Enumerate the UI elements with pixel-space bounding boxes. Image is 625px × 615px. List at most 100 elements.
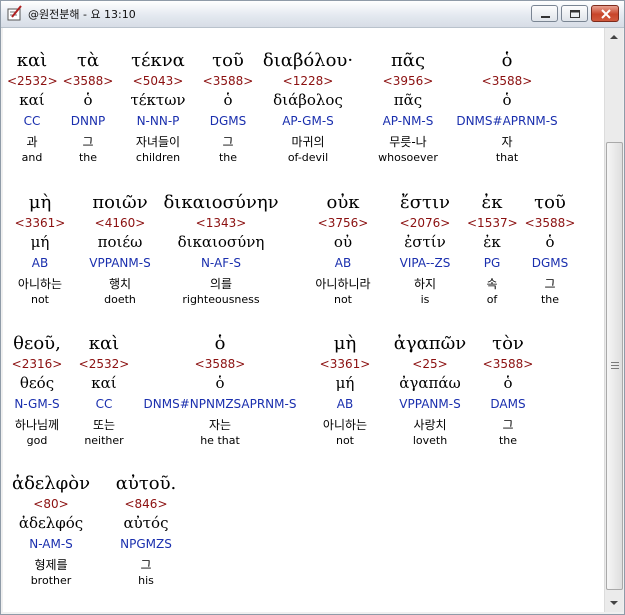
english-gloss: not	[30, 293, 49, 306]
greek-word: ἔστιν	[400, 192, 450, 213]
word-cell[interactable]: ἀδελφὸν <80> ἀδελφός N-AM-S 형제를 brother	[6, 473, 96, 589]
parsing-code: AB	[31, 256, 49, 270]
english-gloss: the	[498, 434, 518, 447]
lemma: ὁ	[215, 374, 225, 392]
maximize-button[interactable]	[561, 5, 588, 22]
scroll-up-arrow-icon[interactable]	[606, 29, 622, 45]
word-cell[interactable]: τὸν <3588> ὁ DAMS 그 the	[473, 333, 543, 449]
korean-gloss: 행치	[108, 277, 132, 291]
grip-line	[611, 368, 619, 369]
parsing-code: AP-GM-S	[282, 114, 334, 128]
english-gloss: of-devil	[287, 151, 329, 164]
english-gloss: of	[486, 293, 498, 306]
strongs-number: <25>	[412, 357, 448, 371]
parsing-code: CC	[23, 114, 41, 128]
strongs-number: <3361>	[14, 216, 66, 230]
english-gloss: god	[26, 434, 48, 447]
word-cell[interactable]: οὐκ <3756> οὐ AB 아니하니라 not	[303, 192, 383, 308]
window-title: @원전분해 - 요 13:10	[28, 8, 136, 21]
word-cell[interactable]: ποιῶν <4160> ποιέω VPPANM-S 행치 doeth	[83, 192, 158, 308]
korean-gloss: 형제를	[34, 558, 68, 572]
lemma: θεός	[19, 374, 55, 392]
strongs-number: <3956>	[382, 74, 434, 88]
word-cell[interactable]: ἐκ <1537> ἐκ PG 속 of	[467, 192, 518, 308]
word-cell[interactable]: πᾶς <3956> πᾶς AP-NM-S 무릇-나 whosoever	[368, 50, 448, 166]
strongs-number: <80>	[33, 497, 69, 511]
strongs-number: <4160>	[94, 216, 146, 230]
vertical-scrollbar[interactable]	[604, 28, 623, 612]
korean-gloss: 그	[82, 135, 94, 149]
word-cell[interactable]: αὐτοῦ. <846> αὐτός NPGMZS 그 his	[111, 473, 181, 589]
strongs-number: <5043>	[132, 74, 184, 88]
word-cell[interactable]: ὁ <3588> ὁ DNMS#NPNMZSAPRNM-S 자는 he that	[133, 333, 308, 449]
strongs-number: <846>	[124, 497, 168, 511]
scroll-down-arrow-icon[interactable]	[606, 595, 622, 611]
word-cell[interactable]: τὰ <3588> ὁ DNNP 그 the	[58, 50, 118, 166]
strongs-number: <1228>	[282, 74, 334, 88]
strongs-number: <3588>	[62, 74, 114, 88]
english-gloss: not	[333, 293, 352, 306]
lemma: ὁ	[545, 233, 555, 251]
greek-word: πᾶς	[390, 50, 426, 71]
document-tool-icon[interactable]	[6, 5, 23, 22]
greek-word: καὶ	[88, 333, 120, 354]
english-gloss: children	[135, 151, 181, 164]
greek-word: ὁ	[501, 50, 513, 71]
parsing-code: VPPANM-S	[399, 397, 461, 411]
strongs-number: <2316>	[11, 357, 63, 371]
word-cell[interactable]: ὁ <3588> ὁ DNMS#APRNM-S 자 that	[452, 50, 562, 166]
greek-word: οὐκ	[326, 192, 360, 213]
lemma: ὁ	[503, 374, 513, 392]
word-cell[interactable]: μὴ <3361> μή AB 아니하는 not	[10, 192, 70, 308]
parsing-code: N-NN-P	[136, 114, 180, 128]
lemma: μή	[30, 233, 50, 251]
lemma: ὁ	[83, 91, 93, 109]
lemma: ἐκ	[483, 233, 501, 251]
strongs-number: <2532>	[7, 74, 58, 88]
english-gloss: neither	[84, 434, 124, 447]
lemma: ποιέω	[97, 233, 143, 251]
word-cell[interactable]: καὶ <2532> καί CC 또는 neither	[74, 333, 134, 449]
lemma: ἀγαπάω	[399, 374, 461, 392]
parsing-code: AB	[336, 397, 354, 411]
minimize-button[interactable]	[531, 5, 558, 22]
parsing-code: N-GM-S	[14, 397, 60, 411]
korean-gloss: 또는	[92, 418, 116, 432]
word-cell[interactable]: καὶ <2532> καί CC 과 and	[7, 50, 58, 166]
greek-word: μὴ	[333, 333, 357, 354]
word-cell[interactable]: τέκνα <5043> τέκτων N-NN-P 자녀들이 children	[121, 50, 196, 166]
korean-gloss: 마귀의	[291, 135, 325, 149]
word-cell[interactable]: διαβόλου· <1228> διάβολος AP-GM-S 마귀의 of-devi…	[261, 50, 356, 166]
close-button[interactable]	[591, 5, 619, 22]
parsing-code: NPGMZS	[120, 537, 172, 551]
word-cell[interactable]: μὴ <3361> μή AB 아니하는 not	[310, 333, 380, 449]
english-gloss: is	[420, 293, 430, 306]
word-cell[interactable]: τοῦ <3588> ὁ DGMS 그 the	[198, 50, 258, 166]
word-cell[interactable]: τοῦ <3588> ὁ DGMS 그 the	[520, 192, 580, 308]
word-cell[interactable]: ἔστιν <2076> ἐστίν VIPA--ZS 하지 is	[388, 192, 463, 308]
strongs-number: <2532>	[78, 357, 130, 371]
greek-word: ἀδελφὸν	[11, 473, 91, 494]
korean-gloss: 자는	[208, 418, 232, 432]
scrollbar-thumb[interactable]	[606, 142, 623, 590]
english-gloss: brother	[30, 574, 72, 587]
greek-word: τὸν	[492, 333, 524, 354]
title-bar[interactable]: @원전분해 - 요 13:10	[1, 1, 624, 28]
korean-gloss: 그	[222, 135, 234, 149]
greek-word: διαβόλου·	[262, 50, 354, 71]
word-cell[interactable]: δικαιοσύνην <1343> δικαιοσύνη N-AF-S 의를 right…	[156, 192, 286, 308]
parsing-code: DGMS	[209, 114, 247, 128]
close-icon	[601, 9, 611, 19]
interlinear-view[interactable]: καὶ <2532> καί CC 과 and τὰ <3588> ὁ DNNP 그 the τέκνα…	[3, 28, 604, 612]
korean-gloss: 그	[544, 277, 556, 291]
word-cell[interactable]: θεοῦ, <2316> θεός N-GM-S 하나님께 god	[7, 333, 67, 449]
greek-word: τὰ	[76, 50, 100, 71]
korean-gloss: 아니하는	[17, 277, 63, 291]
parsing-code: DGMS	[531, 256, 569, 270]
korean-gloss: 그	[502, 418, 514, 432]
parsing-code: DNNP	[70, 114, 106, 128]
minimize-icon	[541, 16, 550, 18]
english-gloss: the	[78, 151, 98, 164]
word-cell[interactable]: ἀγαπῶν <25> ἀγαπάω VPPANM-S 사랑치 loveth	[385, 333, 475, 449]
app-window: @원전분해 - 요 13:10 καὶ <2532> καί CC 과 and τὰ <358…	[0, 0, 625, 615]
